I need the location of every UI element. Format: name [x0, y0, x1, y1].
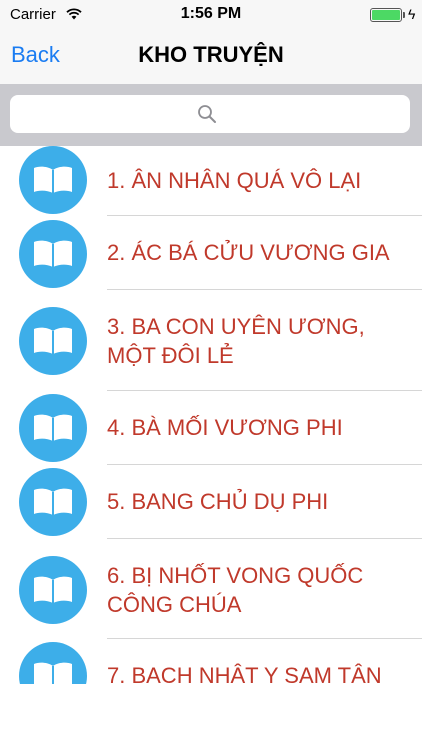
page-title: KHO TRUYỆN — [138, 42, 284, 67]
open-book-icon — [19, 146, 87, 214]
status-time: 1:56 PM — [180, 5, 242, 22]
list-item[interactable]: 2. ÁC BÁ CỬU VƯƠNG GIA — [0, 216, 422, 290]
bottom-blank-area — [0, 684, 422, 750]
back-button[interactable]: Back — [11, 42, 60, 68]
list-item-label: 2. ÁC BÁ CỬU VƯƠNG GIA — [107, 240, 390, 265]
list-item[interactable]: 3. BA CON UYÊN ƯƠNG, MỘT ĐÔI LẺ — [0, 290, 422, 391]
list-item-label: 1. ÂN NHÂN QUÁ VÔ LẠI — [107, 168, 362, 193]
list-item[interactable]: 7. BẠCH NHẬT Y SAM TÂN — [0, 639, 422, 684]
open-book-icon — [19, 394, 87, 462]
list-item-label: 4. BÀ MỐI VƯƠNG PHI — [107, 415, 343, 440]
search-field[interactable] — [10, 95, 410, 133]
charging-icon: ϟ — [408, 6, 416, 22]
battery-icon — [370, 8, 402, 22]
status-bar: Carrier 1:56 PM ϟ — [0, 0, 422, 30]
story-list: 1. ÂN NHÂN QUÁ VÔ LẠI 2. ÁC BÁ CỬU VƯƠNG… — [0, 146, 422, 684]
battery-nub — [403, 12, 405, 18]
search-bar — [0, 84, 422, 146]
open-book-icon — [19, 307, 87, 375]
search-icon — [197, 104, 217, 124]
open-book-icon — [19, 556, 87, 624]
list-item-label: 7. BẠCH NHẬT Y SAM TÂN — [107, 663, 382, 684]
navigation-bar: Back KHO TRUYỆN — [0, 30, 422, 84]
open-book-icon — [19, 642, 87, 684]
list-item[interactable]: 1. ÂN NHÂN QUÁ VÔ LẠI — [0, 146, 422, 216]
list-item-label: 5. BANG CHỦ DỤ PHI — [107, 489, 329, 514]
open-book-icon — [19, 468, 87, 536]
list-item-label: 6. BỊ NHỐT VONG QUỐC CÔNG CHÚA — [107, 563, 364, 617]
open-book-icon — [19, 220, 87, 288]
list-item[interactable]: 5. BANG CHỦ DỤ PHI — [0, 465, 422, 539]
list-item[interactable]: 6. BỊ NHỐT VONG QUỐC CÔNG CHÚA — [0, 539, 422, 639]
list-item-label: 3. BA CON UYÊN ƯƠNG, MỘT ĐÔI LẺ — [107, 314, 365, 368]
list-item[interactable]: 4. BÀ MỐI VƯƠNG PHI — [0, 391, 422, 465]
